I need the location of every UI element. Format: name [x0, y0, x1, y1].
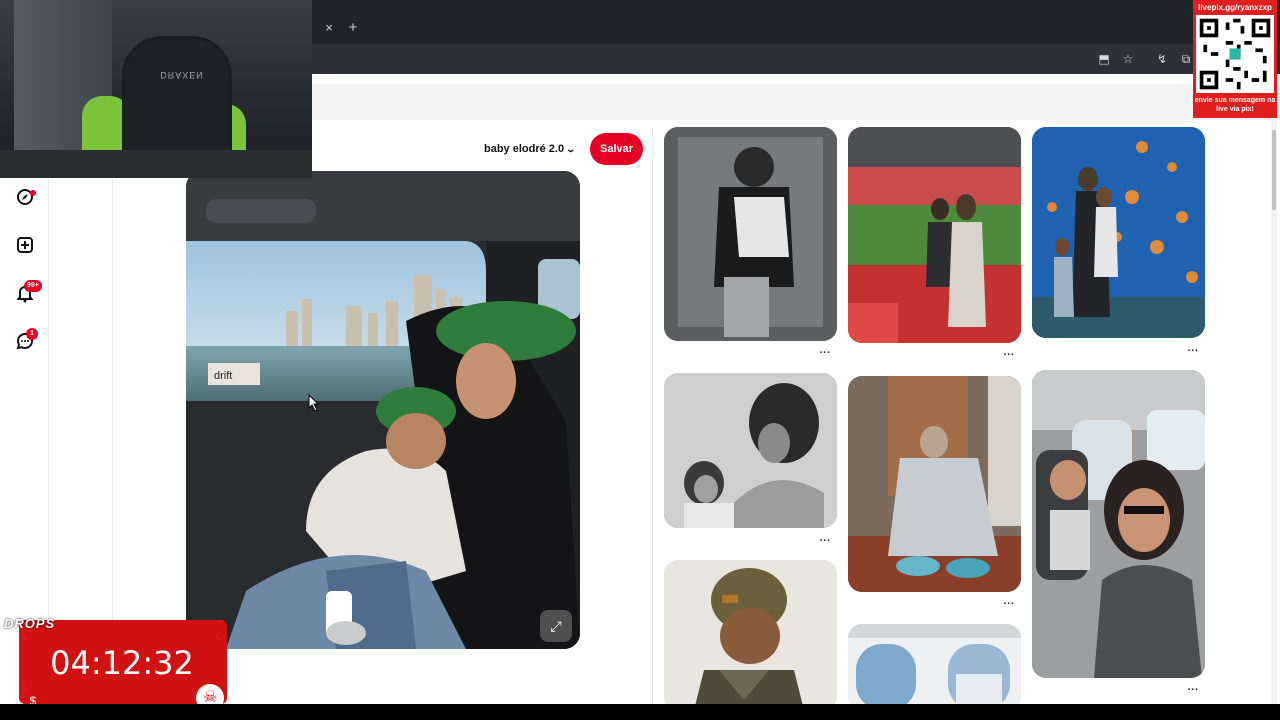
grid-pin-car-selfie[interactable]	[1032, 370, 1205, 678]
new-tab-button[interactable]: +	[346, 20, 360, 36]
bottom-bar	[0, 704, 1280, 720]
more-options-icon[interactable]: ···	[1002, 350, 1016, 362]
timer-text: 04:12:32	[24, 636, 220, 690]
install-app-icon[interactable]: ⬒	[1096, 50, 1112, 68]
compass-icon[interactable]	[12, 184, 38, 210]
grid-pin-airplane[interactable]	[848, 624, 1021, 710]
grid-pin-baby-beanie[interactable]	[664, 560, 837, 710]
qr-code-icon	[1196, 15, 1274, 93]
grid-pin-sneakers[interactable]	[848, 376, 1021, 592]
expand-button[interactable]: ⤢	[540, 610, 572, 642]
chevron-down-icon: ⌄	[565, 144, 577, 154]
qr-url-text: livepix.gg/ryanxzxp	[1198, 3, 1272, 12]
grid-pin-elevator[interactable]	[664, 127, 837, 341]
screen: × + ⬒ ☆ ↯ ⧉ 99+ 1 baby elodré 2.0⌄ Salva…	[0, 0, 1280, 720]
header-strip	[312, 84, 1280, 120]
notification-badge: 99+	[24, 280, 42, 292]
star-icon[interactable]: ☆	[1120, 50, 1136, 68]
grid-pin-aquarium[interactable]	[1032, 127, 1205, 338]
board-selector[interactable]: baby elodré 2.0⌄	[484, 138, 582, 160]
chair-brand-text: DRAXEN	[160, 70, 204, 80]
more-options-icon[interactable]: ···	[1002, 599, 1016, 611]
gaming-chair	[122, 36, 232, 166]
grid-pin-stadium[interactable]	[848, 127, 1021, 343]
create-icon[interactable]	[12, 232, 38, 258]
tab-close-icon[interactable]: ×	[322, 20, 336, 36]
board-name: baby elodré 2.0	[484, 143, 565, 155]
drift-sign-text: drift	[214, 370, 232, 382]
more-options-icon[interactable]: ···	[1186, 346, 1200, 358]
puzzle-icon[interactable]: ⧉	[1178, 50, 1194, 68]
more-options-icon[interactable]: ···	[818, 536, 832, 548]
webcam-overlay: DRAXEN	[0, 0, 312, 178]
scrollbar-thumb[interactable]	[1272, 130, 1276, 210]
more-options-icon[interactable]: ···	[818, 348, 832, 360]
save-button[interactable]: Salvar	[590, 133, 643, 165]
more-options-icon[interactable]: ···	[1186, 685, 1200, 697]
grid-pin-bw-portrait[interactable]	[664, 373, 837, 528]
message-badge: 1	[26, 328, 38, 340]
pin-image[interactable]: drift ⤢	[186, 171, 580, 649]
timer-tag-text: DROPS	[4, 616, 56, 631]
extension-icon[interactable]: ↯	[1154, 50, 1170, 68]
browser-toolbar-icons: ⬒ ☆ ↯ ⧉	[1096, 50, 1194, 68]
page-header	[312, 74, 1280, 120]
explore-dot	[30, 190, 36, 196]
qr-message-text: envie sua mensagem na live via pix!	[1194, 97, 1276, 113]
donation-qr-overlay: livepix.gg/ryanxzxp envie sua mensagem n…	[1193, 0, 1277, 118]
mouse-cursor-icon	[308, 394, 320, 412]
closeup-divider	[652, 128, 653, 704]
webcam-table	[0, 150, 312, 178]
